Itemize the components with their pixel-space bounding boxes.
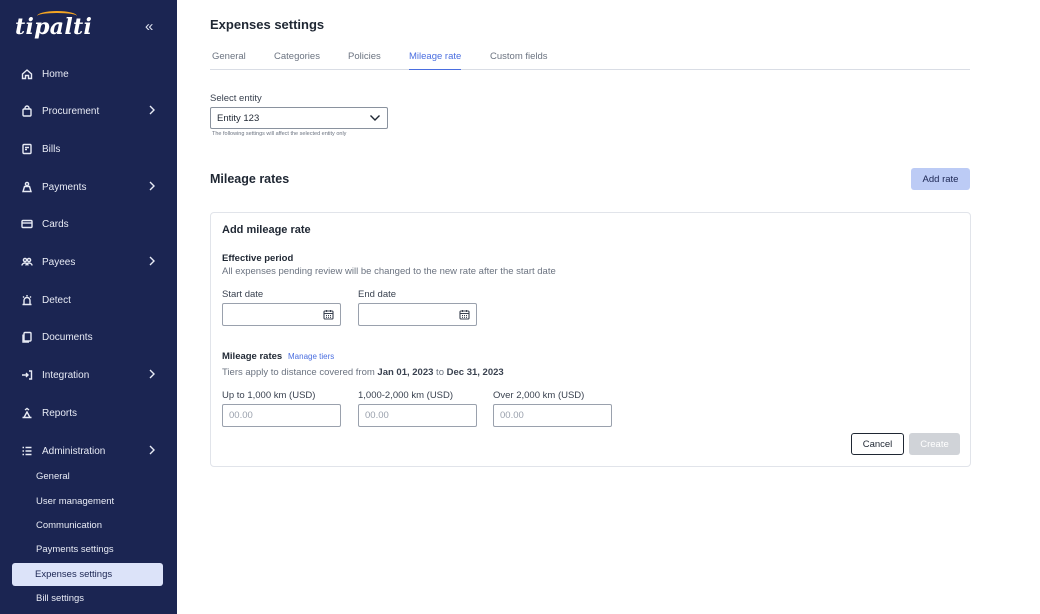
cancel-button[interactable]: Cancel bbox=[851, 433, 904, 455]
select-entity-label: Select entity bbox=[210, 93, 262, 104]
bag-icon bbox=[18, 105, 36, 117]
manage-tiers-link[interactable]: Manage tiers bbox=[288, 352, 334, 361]
tiers-description-prefix: Tiers apply to distance covered from bbox=[222, 367, 378, 378]
tab-categories[interactable]: Categories bbox=[274, 51, 320, 70]
sidebar-subitem-bill-settings[interactable]: Bill settings bbox=[12, 587, 163, 610]
integration-icon bbox=[18, 369, 36, 381]
entity-select-value: Entity 123 bbox=[217, 112, 260, 124]
entity-select[interactable]: Entity 123 bbox=[210, 107, 388, 129]
sidebar-item-label: Reports bbox=[42, 407, 78, 419]
sidebar-item-label: Detect bbox=[42, 294, 71, 306]
sidebar-item-label: Documents bbox=[42, 331, 93, 343]
sidebar-item-administration[interactable]: Administration bbox=[12, 438, 163, 464]
tab-policies[interactable]: Policies bbox=[348, 51, 381, 70]
payments-icon bbox=[18, 181, 36, 193]
sidebar-item-label: Payments bbox=[42, 181, 87, 193]
tier-1-input[interactable]: 00.00 bbox=[222, 404, 341, 427]
tier-2-placeholder: 00.00 bbox=[365, 410, 389, 421]
tab-custom-fields[interactable]: Custom fields bbox=[490, 51, 548, 70]
sidebar-subitem-communication[interactable]: Communication bbox=[12, 514, 163, 537]
add-mileage-rate-card: Add mileage rate Effective period All ex… bbox=[210, 212, 971, 467]
tier-2-input[interactable]: 00.00 bbox=[358, 404, 477, 427]
calendar-icon[interactable] bbox=[459, 309, 470, 320]
calendar-icon[interactable] bbox=[323, 309, 334, 320]
sidebar-item-bills[interactable]: Bills bbox=[12, 136, 163, 162]
tipalti-logo[interactable]: tipalti bbox=[15, 11, 92, 40]
sidebar-subitem-payments-settings[interactable]: Payments settings bbox=[12, 538, 163, 561]
chevron-right-icon bbox=[147, 368, 157, 383]
collapse-sidebar-button[interactable]: « bbox=[145, 18, 153, 35]
mileage-rates-heading: Mileage rates bbox=[210, 172, 290, 186]
sidebar-item-label: Payees bbox=[42, 256, 76, 268]
sidebar-item-reports[interactable]: Reports bbox=[12, 400, 163, 426]
chevron-right-icon bbox=[147, 444, 157, 459]
sidebar-item-detect[interactable]: Detect bbox=[12, 287, 163, 313]
sidebar-subitem-expenses-settings[interactable]: Expenses settings bbox=[12, 563, 163, 586]
sidebar-item-cards[interactable]: Cards bbox=[12, 211, 163, 237]
tiers-date-from: Jan 01, 2023 bbox=[377, 367, 434, 378]
tier-3-placeholder: 00.00 bbox=[500, 410, 524, 421]
tiers-date-to: Dec 31, 2023 bbox=[446, 367, 504, 378]
sidebar: tipalti « Home Procurement Bills Payment… bbox=[0, 0, 177, 614]
effective-period-heading: Effective period bbox=[222, 253, 294, 264]
tier-3-input[interactable]: 00.00 bbox=[493, 404, 612, 427]
mileage-rates-subheading: Mileage rates bbox=[222, 351, 283, 362]
create-button: Create bbox=[909, 433, 960, 455]
card-title: Add mileage rate bbox=[222, 224, 311, 236]
sidebar-item-label: Integration bbox=[42, 369, 90, 381]
reports-icon bbox=[18, 407, 36, 419]
sidebar-item-payees[interactable]: Payees bbox=[12, 249, 163, 275]
tier-1-placeholder: 00.00 bbox=[229, 410, 253, 421]
sidebar-item-label: Home bbox=[42, 68, 69, 80]
administration-icon bbox=[18, 445, 36, 457]
settings-tabs: General Categories Policies Mileage rate… bbox=[210, 50, 970, 70]
entity-hint: The following settings will affect the s… bbox=[212, 131, 347, 137]
tab-general[interactable]: General bbox=[212, 51, 246, 70]
tier-3-label: Over 2,000 km (USD) bbox=[493, 390, 585, 401]
end-date-label: End date bbox=[358, 289, 397, 300]
effective-period-description: All expenses pending review will be chan… bbox=[222, 266, 556, 277]
sidebar-item-documents[interactable]: Documents bbox=[12, 324, 163, 350]
sidebar-item-label: Procurement bbox=[42, 105, 100, 117]
documents-icon bbox=[18, 331, 36, 343]
bill-icon bbox=[18, 143, 36, 155]
logo-arc bbox=[37, 11, 77, 21]
sidebar-item-home[interactable]: Home bbox=[12, 61, 163, 87]
tiers-description-mid: to bbox=[433, 367, 447, 378]
card-icon bbox=[18, 218, 36, 230]
sidebar-item-payments[interactable]: Payments bbox=[12, 174, 163, 200]
chevron-right-icon bbox=[147, 255, 157, 270]
chevron-right-icon bbox=[147, 104, 157, 119]
payees-icon bbox=[18, 256, 36, 268]
sidebar-item-integration[interactable]: Integration bbox=[12, 362, 163, 388]
start-date-label: Start date bbox=[222, 289, 264, 300]
end-date-input[interactable] bbox=[358, 303, 477, 326]
sidebar-item-label: Cards bbox=[42, 218, 69, 230]
sidebar-subitem-general[interactable]: General bbox=[12, 465, 163, 488]
home-icon bbox=[18, 68, 36, 80]
sidebar-subitem-user-management[interactable]: User management bbox=[12, 490, 163, 513]
add-rate-button[interactable]: Add rate bbox=[911, 168, 970, 190]
tier-1-label: Up to 1,000 km (USD) bbox=[222, 390, 316, 401]
tiers-description: Tiers apply to distance covered from Jan… bbox=[222, 367, 504, 378]
sidebar-item-label: Bills bbox=[42, 143, 61, 155]
detect-icon bbox=[18, 294, 36, 306]
sidebar-item-label: Administration bbox=[42, 445, 106, 457]
start-date-input[interactable] bbox=[222, 303, 341, 326]
chevron-right-icon bbox=[147, 180, 157, 195]
chevron-down-icon bbox=[370, 115, 380, 121]
page-title: Expenses settings bbox=[210, 17, 325, 32]
tier-2-label: 1,000-2,000 km (USD) bbox=[358, 390, 454, 401]
sidebar-item-procurement[interactable]: Procurement bbox=[12, 98, 163, 124]
tab-mileage-rate[interactable]: Mileage rate bbox=[409, 51, 462, 70]
